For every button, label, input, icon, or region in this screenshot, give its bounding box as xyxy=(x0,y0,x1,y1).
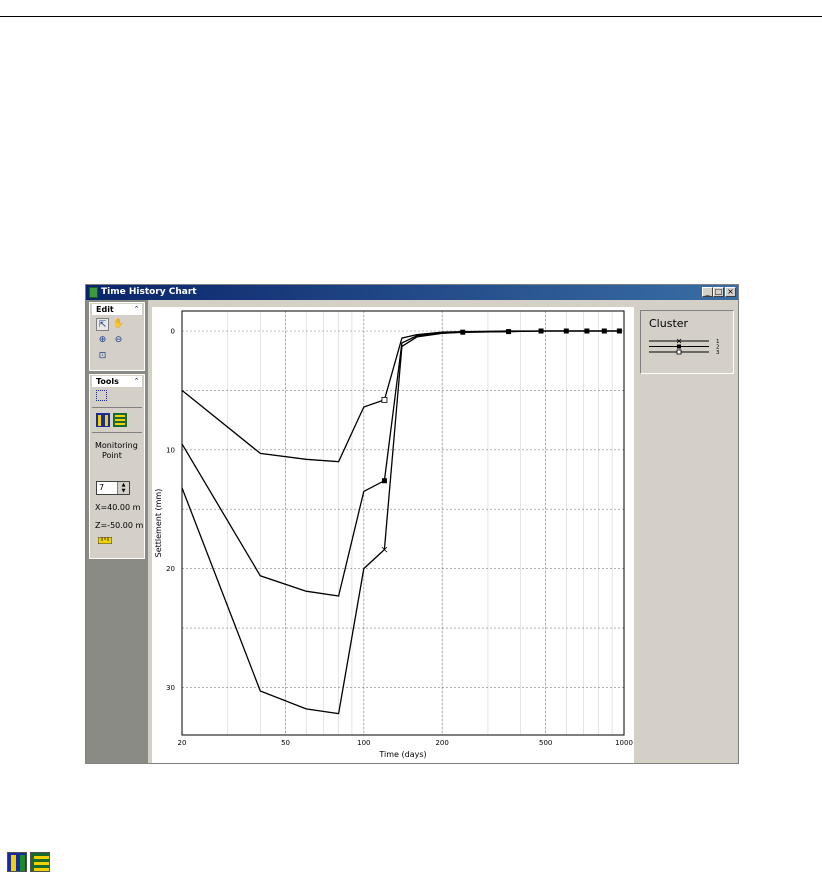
window-title: Time History Chart xyxy=(101,287,197,297)
maximize-button[interactable]: □ xyxy=(713,287,724,297)
tool-panel: Edit ⌃ ⇱ ✋ ⊕ ⊖ ⊡ Tools ⌃ Monitoring Poin… xyxy=(86,300,148,763)
x-tick-label: 200 xyxy=(435,739,448,747)
z-coordinate: Z=-50.00 m xyxy=(95,521,144,530)
window-titlebar[interactable]: Time History Chart _ □ × xyxy=(86,285,738,300)
legend-marker-2 xyxy=(677,344,681,349)
time-history-chart-window: Time History Chart _ □ × Edit ⌃ ⇱ ✋ ⊕ ⊖ … xyxy=(85,284,739,764)
legend-box: Cluster 123 xyxy=(640,310,734,374)
y-tick-label: 30 xyxy=(166,684,175,692)
tools-divider xyxy=(92,407,142,408)
monitoring-point-stepper[interactable]: 7 ▲ ▼ xyxy=(96,481,130,495)
series-line-1 xyxy=(181,330,620,715)
x-tick-label: 100 xyxy=(357,739,370,747)
y-axis-label: Settlement (mm) xyxy=(154,489,163,558)
minimize-button[interactable]: _ xyxy=(702,287,713,297)
legend-marker-3 xyxy=(676,349,682,355)
pan-hand-icon[interactable]: ✋ xyxy=(112,318,125,331)
edit-group-header[interactable]: Edit ⌃ xyxy=(92,304,142,315)
legend-label-3: 3 xyxy=(716,350,720,356)
y-tick-label: 10 xyxy=(166,446,175,454)
page-top-rule xyxy=(0,16,822,17)
x-axis-label: Time (days) xyxy=(378,750,426,759)
bar-chart-icon xyxy=(7,852,27,872)
app-icon xyxy=(89,287,98,298)
edit-group: Edit ⌃ ⇱ ✋ ⊕ ⊖ ⊡ xyxy=(89,302,145,371)
monitoring-point-label: Point xyxy=(102,451,122,460)
monitoring-point-value[interactable]: 7 xyxy=(99,483,104,493)
tools-group-title: Tools xyxy=(96,377,119,386)
x-tick-label: 50 xyxy=(281,739,290,747)
collapse-chevron-icon[interactable]: ⌃ xyxy=(132,377,141,386)
y-tick-label: 20 xyxy=(166,565,175,573)
edit-group-title: Edit xyxy=(96,305,114,314)
select-arrow-icon[interactable]: ⇱ xyxy=(96,318,109,331)
zoom-window-icon[interactable]: ⊡ xyxy=(96,350,109,363)
bar-chart-icon[interactable] xyxy=(96,413,110,427)
selection-box-icon[interactable] xyxy=(96,390,107,401)
table-view-icon[interactable] xyxy=(113,413,127,427)
chart-area[interactable]: 20 50 100 200 500 1000 0 10 20 30 Time (days) Settl… xyxy=(152,307,634,763)
y-tick-label: 0 xyxy=(171,328,175,336)
tools-group: Tools ⌃ Monitoring Point 7 ▲ ▼ X=40.00 m… xyxy=(89,374,145,559)
stepper-arrows-icon[interactable]: ▲ ▼ xyxy=(117,482,129,494)
settlement-chart[interactable]: 20 50 100 200 500 1000 0 10 20 30 Time (days) Settl… xyxy=(152,307,634,763)
zoom-in-icon[interactable]: ⊕ xyxy=(96,334,109,347)
x-tick-label: 500 xyxy=(539,739,552,747)
series-marker-3 xyxy=(381,397,388,403)
close-button[interactable]: × xyxy=(725,287,736,297)
series-line-2 xyxy=(181,330,620,597)
collapse-chevron-icon[interactable]: ⌃ xyxy=(132,305,141,314)
monitoring-label: Monitoring xyxy=(95,441,138,450)
x-tick-label: 1000 xyxy=(615,739,633,747)
table-view-icon xyxy=(30,852,50,872)
zoom-out-icon[interactable]: ⊖ xyxy=(112,334,125,347)
legend-entries: 123 xyxy=(649,338,720,356)
tools-group-header[interactable]: Tools ⌃ xyxy=(92,376,142,387)
x-coordinate: X=40.00 m xyxy=(95,503,141,512)
plot-frame xyxy=(181,310,625,736)
tools-divider xyxy=(92,432,142,433)
ruler-icon[interactable] xyxy=(98,537,112,544)
x-tick-label: 20 xyxy=(178,739,187,747)
series-marker-2 xyxy=(381,478,387,484)
